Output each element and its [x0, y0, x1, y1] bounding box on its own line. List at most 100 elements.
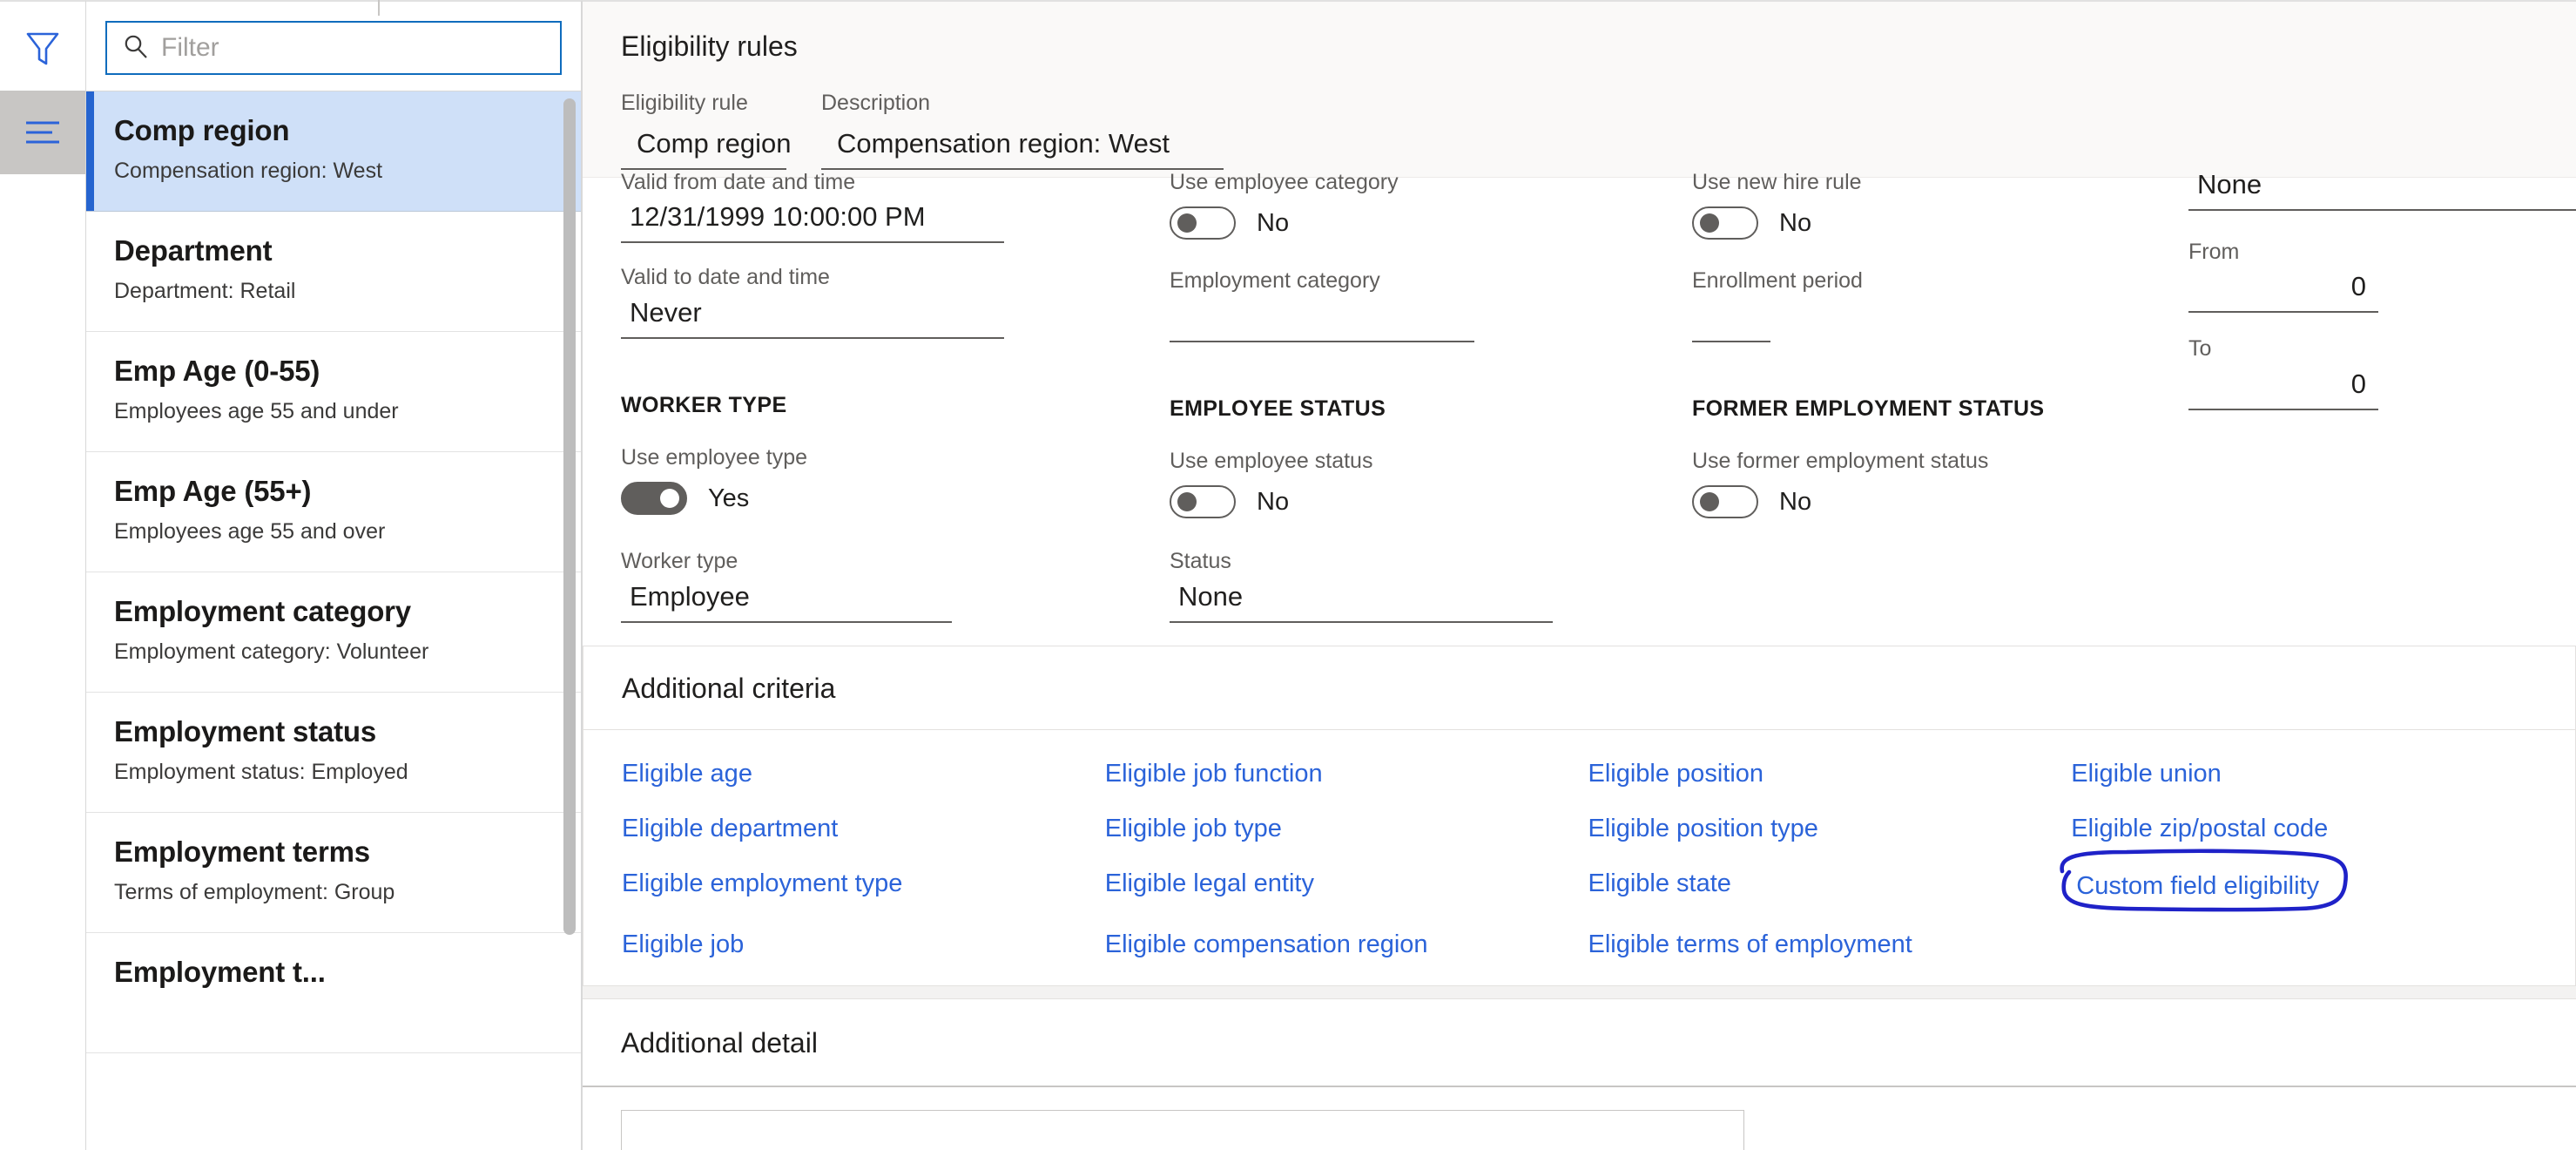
- filter-tab-button[interactable]: [0, 7, 85, 91]
- field-label: Use employee type: [621, 444, 808, 470]
- criteria-link-eligible-age[interactable]: Eligible age: [622, 760, 752, 788]
- criteria-link-eligible-job-type[interactable]: Eligible job type: [1105, 815, 1282, 843]
- list-item[interactable]: Employment terms Terms of employment: Gr…: [86, 813, 581, 933]
- search-icon: [123, 33, 149, 64]
- filter-input[interactable]: [161, 33, 544, 63]
- additional-criteria-panel: Additional criteria Eligible age Eligibl…: [583, 645, 2576, 987]
- list-scrollbar-thumb[interactable]: [563, 98, 576, 935]
- list-item-title: Emp Age (0-55): [114, 355, 320, 387]
- eligibility-rule-list-pane: Comp region Compensation region: West De…: [85, 0, 582, 1150]
- valid-from-field: Valid from date and time 12/31/1999 10:0…: [621, 170, 1091, 244]
- use-new-hire-rule-row: No: [1692, 206, 2101, 240]
- form-column-former-employment: Use new hire rule No Enrollment period F…: [1596, 170, 2101, 623]
- valid-from-value[interactable]: 12/31/1999 10:00:00 PM: [621, 194, 1004, 244]
- criteria-link-eligible-job-function[interactable]: Eligible job function: [1105, 760, 1323, 788]
- additional-detail-input[interactable]: [621, 1110, 1744, 1150]
- criteria-link-eligible-position-type[interactable]: Eligible position type: [1588, 815, 1818, 843]
- to-value[interactable]: 0: [2188, 362, 2378, 410]
- use-employee-status-toggle[interactable]: [1170, 485, 1236, 519]
- from-value[interactable]: 0: [2188, 264, 2378, 314]
- form-columns: Valid from date and time 12/31/1999 10:0…: [583, 169, 2576, 623]
- none-value[interactable]: None: [2188, 162, 2576, 211]
- list-tab-button[interactable]: [0, 91, 85, 174]
- criteria-link-eligible-job[interactable]: Eligible job: [622, 930, 744, 959]
- criteria-link-eligible-department[interactable]: Eligible department: [622, 815, 838, 843]
- form-column-worker-type: Valid from date and time 12/31/1999 10:0…: [621, 170, 1091, 623]
- field-label: Use new hire rule: [1692, 169, 1862, 194]
- enrollment-period-field: Enrollment period: [1692, 269, 2101, 342]
- field-label: Use employee category: [1170, 169, 1399, 194]
- criteria-link-eligible-union[interactable]: Eligible union: [2071, 760, 2222, 788]
- form-grid: Valid from date and time 12/31/1999 10:0…: [621, 169, 2576, 623]
- valid-to-field: Valid to date and time Never: [621, 266, 1091, 339]
- field-label: Eligibility rule: [621, 91, 748, 116]
- filter-area: [86, 2, 581, 91]
- list-item[interactable]: Emp Age (0-55) Employees age 55 and unde…: [86, 332, 581, 452]
- list-item-subtitle: Employees age 55 and over: [114, 518, 386, 544]
- toggle-state-label: No: [1257, 487, 1290, 516]
- field-label: Status: [1170, 549, 1231, 574]
- list-item-title: Employment category: [114, 595, 411, 627]
- employment-category-value[interactable]: [1170, 294, 1474, 342]
- criteria-link-eligible-zip-postal-code[interactable]: Eligible zip/postal code: [2071, 815, 2328, 843]
- list-item-subtitle: Terms of employment: Group: [114, 879, 395, 904]
- use-employee-type-toggle[interactable]: [621, 482, 687, 516]
- valid-to-value[interactable]: Never: [621, 290, 1004, 339]
- field-label: Enrollment period: [1692, 268, 1863, 294]
- list-item-title: Comp region: [114, 114, 290, 146]
- criteria-link-eligible-employment-type[interactable]: Eligible employment type: [622, 869, 902, 903]
- worker-type-field: Worker type Employee: [621, 550, 1091, 623]
- page-header: Eligibility rules Eligibility rule Comp …: [583, 2, 2576, 178]
- field-value[interactable]: Compensation region: West: [821, 128, 1224, 170]
- app-root: Comp region Compensation region: West De…: [0, 0, 2576, 1150]
- field-value[interactable]: Comp region: [621, 128, 791, 170]
- additional-criteria-header[interactable]: Additional criteria: [583, 646, 2575, 730]
- list-item-subtitle: Employment status: Employed: [114, 759, 408, 784]
- toggle-state-label: No: [1779, 487, 1812, 516]
- rule-list[interactable]: Comp region Compensation region: West De…: [86, 91, 581, 1150]
- worker-type-value[interactable]: Employee: [621, 574, 952, 623]
- list-item-subtitle: Employees age 55 and under: [114, 398, 399, 423]
- criteria-link-eligible-terms-of-employment[interactable]: Eligible terms of employment: [1588, 930, 1912, 959]
- criteria-link-eligible-legal-entity[interactable]: Eligible legal entity: [1105, 869, 1314, 903]
- toggle-knob: [1700, 492, 1719, 512]
- criteria-link-eligible-compensation-region[interactable]: Eligible compensation region: [1105, 930, 1428, 959]
- filter-box[interactable]: [105, 21, 562, 75]
- use-employee-category-row: No: [1170, 206, 1596, 240]
- use-employee-type-row: Yes: [621, 482, 1091, 516]
- use-employee-status-row: No: [1170, 485, 1596, 519]
- criteria-link-grid: Eligible age Eligible job function Eligi…: [622, 760, 2537, 959]
- panel-gap: [583, 986, 2576, 999]
- list-item[interactable]: Employment category Employment category:…: [86, 572, 581, 693]
- list-item-subtitle: Employment category: Volunteer: [114, 639, 429, 664]
- criteria-link-label: Custom field eligibility: [2076, 872, 2320, 901]
- list-item[interactable]: Employment t...: [86, 933, 581, 1053]
- section-title: Additional detail: [621, 1027, 818, 1059]
- criteria-link-eligible-state[interactable]: Eligible state: [1588, 869, 1731, 903]
- use-former-employment-status-toggle[interactable]: [1692, 485, 1758, 519]
- list-item[interactable]: Department Department: Retail: [86, 212, 581, 332]
- field-label: Use former employment status: [1692, 448, 1989, 473]
- additional-criteria-body: Eligible age Eligible job function Eligi…: [583, 730, 2575, 985]
- list-item[interactable]: Comp region Compensation region: West: [86, 91, 581, 212]
- funnel-icon: [24, 30, 61, 68]
- general-form: Valid from date and time 12/31/1999 10:0…: [583, 169, 2576, 623]
- status-value[interactable]: None: [1170, 574, 1553, 623]
- field-label: From: [2188, 239, 2240, 264]
- worker-type-section-header: WORKER TYPE: [621, 392, 787, 417]
- list-item[interactable]: Employment status Employment status: Emp…: [86, 693, 581, 813]
- criteria-link-custom-field-eligibility[interactable]: Custom field eligibility: [2060, 849, 2349, 912]
- toggle-state-label: No: [1257, 208, 1290, 237]
- former-employment-status-section-header: FORMER EMPLOYMENT STATUS: [1692, 396, 2045, 421]
- list-item[interactable]: Emp Age (55+) Employees age 55 and over: [86, 452, 581, 572]
- page-title: Eligibility rules: [621, 30, 798, 62]
- criteria-link-eligible-position[interactable]: Eligible position: [1588, 760, 1764, 788]
- eligibility-rule-field: Eligibility rule Comp region: [621, 91, 791, 170]
- additional-detail-header[interactable]: Additional detail: [583, 999, 2576, 1088]
- window-tick-mark: [378, 0, 380, 16]
- field-label: Description: [821, 91, 931, 116]
- enrollment-period-value[interactable]: [1692, 294, 1770, 342]
- use-employee-category-toggle[interactable]: [1170, 206, 1236, 240]
- use-new-hire-rule-toggle[interactable]: [1692, 206, 1758, 240]
- icon-rail: [0, 0, 85, 1150]
